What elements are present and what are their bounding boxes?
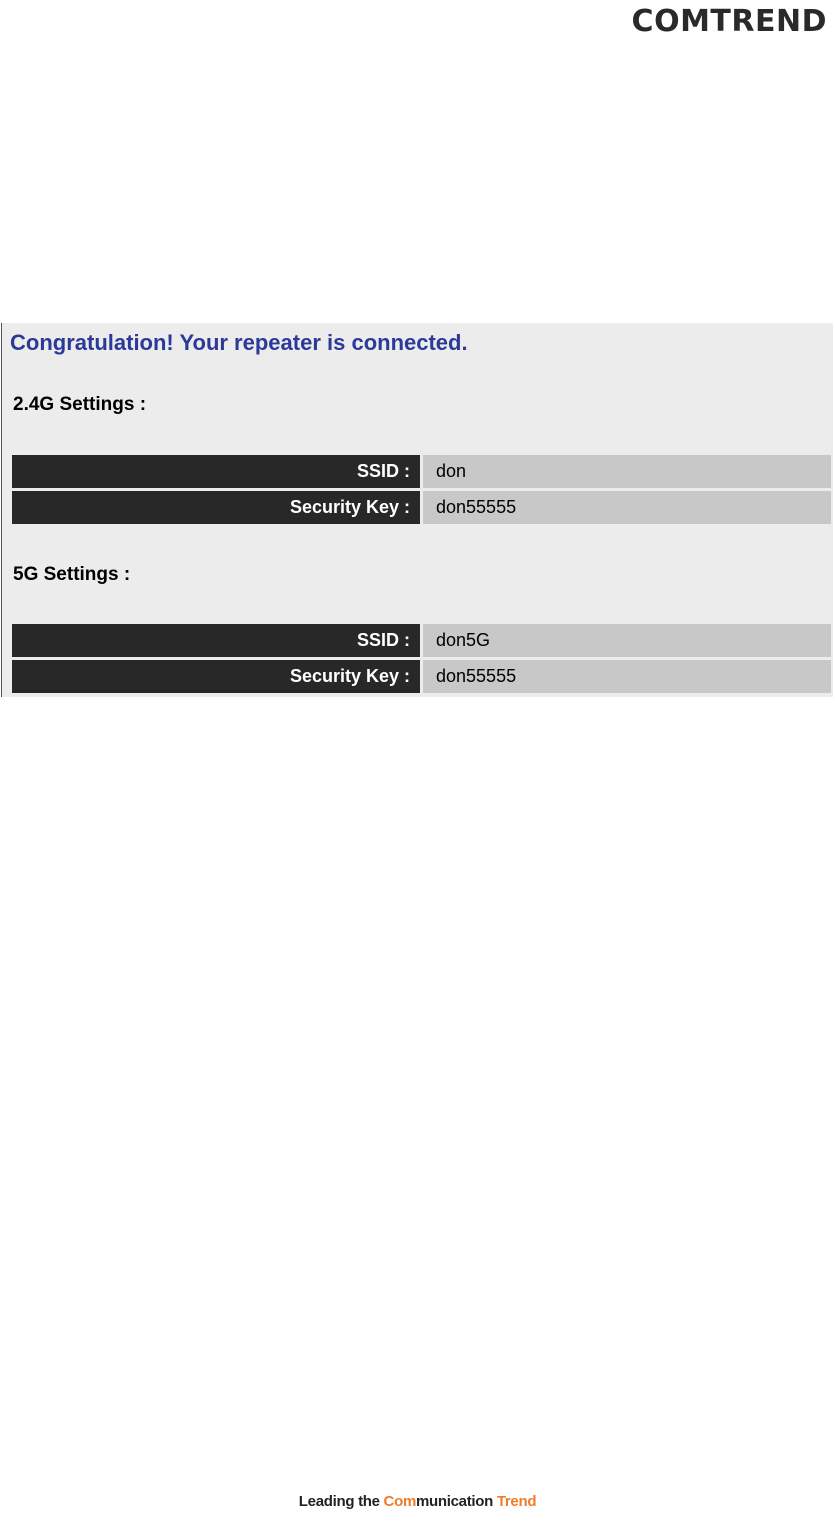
- section-title-2-4g: 2.4G Settings :: [13, 394, 147, 415]
- ssid-label: SSID :: [12, 455, 420, 488]
- ssid-value: don5G: [423, 624, 831, 657]
- settings-row-2-4g-security-key: Security Key : don55555: [12, 491, 831, 524]
- settings-row-2-4g-ssid: SSID : don: [12, 455, 831, 488]
- security-key-value: don55555: [423, 660, 831, 693]
- security-key-label: Security Key :: [12, 660, 420, 693]
- settings-row-5g-ssid: SSID : don5G: [12, 624, 831, 657]
- security-key-label: Security Key :: [12, 491, 420, 524]
- tagline-part-2: munication: [415, 1493, 497, 1510]
- footer-tagline: Leading the Communication Trend: [0, 1492, 835, 1512]
- connection-success-message: Congratulation! Your repeater is connect…: [10, 330, 468, 355]
- tagline-part-1: Leading the: [298, 1493, 384, 1510]
- comtrend-logo: COMTREND: [631, 4, 827, 39]
- tagline-accent-1: Com: [383, 1493, 417, 1510]
- settings-row-5g-security-key: Security Key : don55555: [12, 660, 831, 693]
- ssid-value: don: [423, 455, 831, 488]
- repeater-status-panel: Congratulation! Your repeater is connect…: [1, 323, 833, 697]
- tagline-accent-2: Trend: [496, 1493, 537, 1510]
- section-title-5g: 5G Settings :: [13, 564, 131, 585]
- security-key-value: don55555: [423, 491, 831, 524]
- ssid-label: SSID :: [12, 624, 420, 657]
